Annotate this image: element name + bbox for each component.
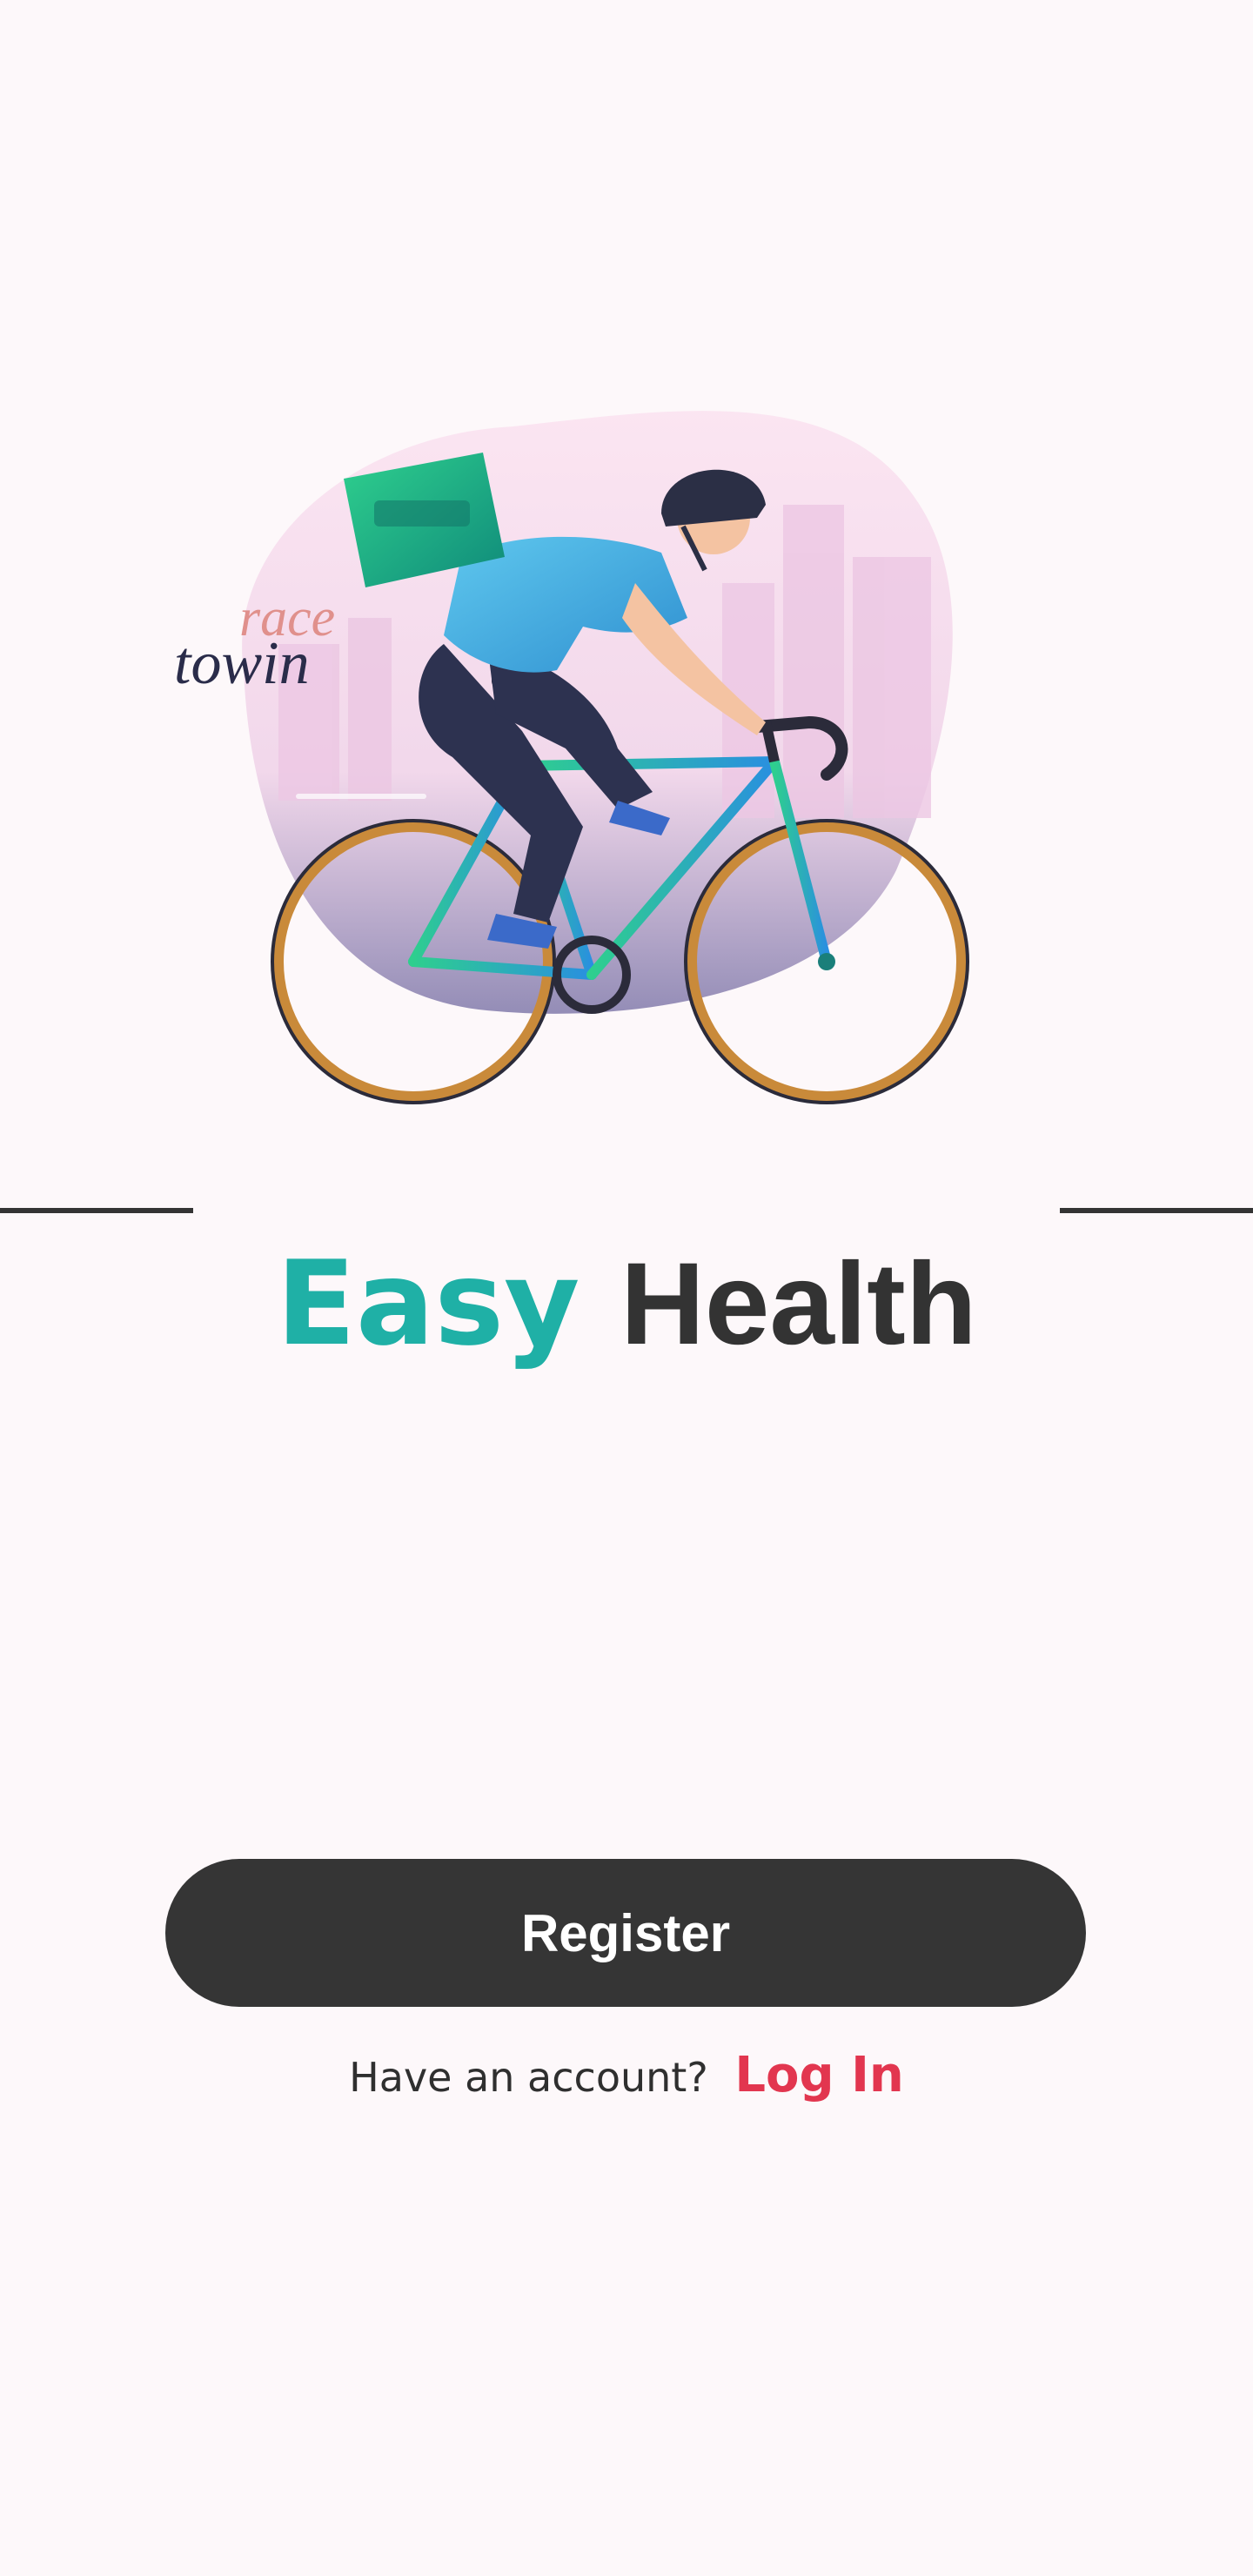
app-title: Easy Health — [0, 1234, 1253, 1374]
divider-left — [0, 1208, 193, 1213]
account-prompt-text: Have an account? — [349, 2054, 708, 2101]
app-title-easy: Easy — [276, 1236, 580, 1372]
register-button[interactable]: Register — [165, 1859, 1086, 2007]
login-link[interactable]: Log In — [734, 2047, 903, 2103]
welcome-screen: race towin Easy Health Register Have an … — [0, 0, 1253, 2576]
app-title-health: Health — [620, 1239, 977, 1369]
divider-right — [1060, 1208, 1253, 1213]
cyclist-illustration: race towin — [148, 383, 1088, 1131]
logo-towin: towin — [174, 630, 310, 697]
login-prompt-row: Have an account? Log In — [0, 2045, 1253, 2108]
